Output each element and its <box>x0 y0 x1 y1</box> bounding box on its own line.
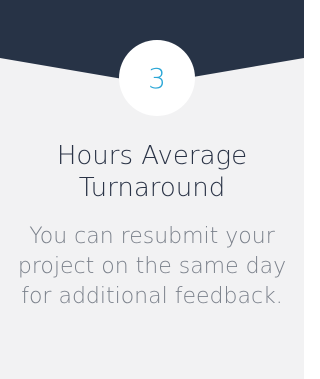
feature-card: 3 Hours Average Turnaround You can resub… <box>0 0 304 379</box>
card-description: You can resubmit your project on the sam… <box>17 224 287 309</box>
step-number-badge: 3 <box>119 40 195 116</box>
card-title: Hours Average Turnaround <box>56 141 248 203</box>
